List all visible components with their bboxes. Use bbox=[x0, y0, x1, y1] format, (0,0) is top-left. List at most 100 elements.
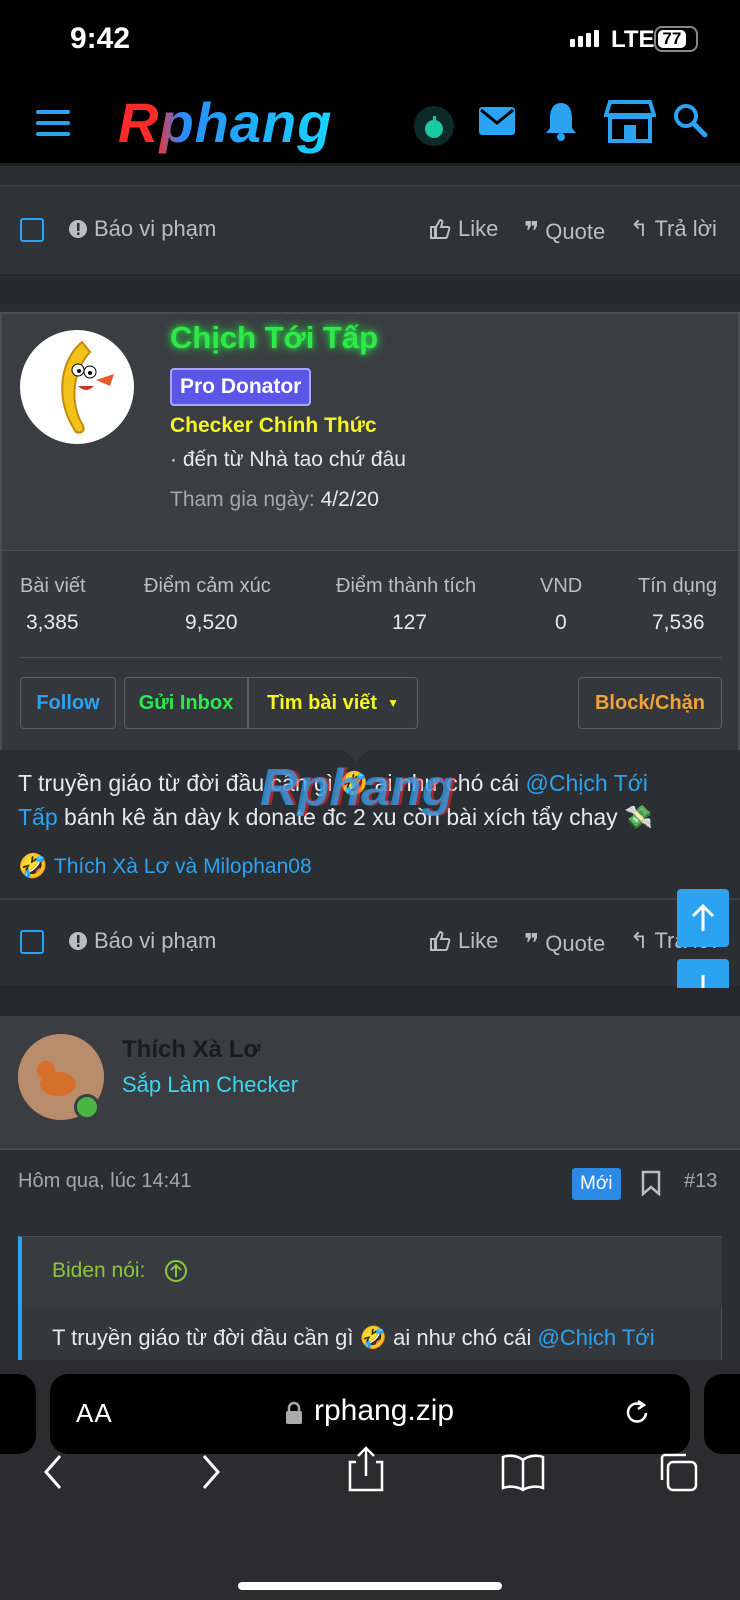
scroll-top-button[interactable] bbox=[677, 889, 729, 947]
member-stats: Bài viết 3,385 Điểm cảm xúc 9,520 Điểm t… bbox=[2, 550, 738, 750]
bookmark-icon[interactable] bbox=[640, 1170, 662, 1196]
report-button[interactable]: Báo vi phạm bbox=[68, 216, 216, 242]
member-location: · đến từ Nhà tao chứ đâu bbox=[170, 448, 406, 471]
select-checkbox[interactable] bbox=[20, 218, 44, 242]
status-time: 9:42 bbox=[70, 22, 131, 55]
post-actions-bar: Báo vi phạm Like ❞ Quote ↰ Trả lời bbox=[0, 900, 740, 988]
arrow-up-icon bbox=[691, 903, 715, 931]
quote-icon: ❞ bbox=[524, 928, 540, 958]
stat-label-vnd: VND bbox=[540, 575, 583, 597]
quote-block: Biden nói: T truyền giáo từ đời đầu cần … bbox=[18, 1236, 722, 1366]
reply-button[interactable]: ↰ Trả lời bbox=[630, 216, 717, 242]
new-badge: Mới bbox=[572, 1168, 621, 1200]
laugh-reaction-icon: 🤣 bbox=[18, 853, 48, 880]
member-tooltip-card: Chịch Tới Tấp Pro Donator Checker Chính … bbox=[0, 312, 740, 750]
quote-button[interactable]: ❞ Quote bbox=[524, 928, 605, 959]
mention-link[interactable]: @Chịch Tới bbox=[526, 770, 648, 796]
stat-value-credit: 7,536 bbox=[652, 611, 705, 634]
quote-header[interactable]: Biden nói: bbox=[22, 1237, 722, 1307]
member-avatar[interactable] bbox=[20, 330, 134, 444]
menu-icon[interactable] bbox=[36, 110, 70, 136]
like-button[interactable]: Like bbox=[428, 928, 498, 954]
like-label: Like bbox=[458, 216, 499, 241]
warning-icon bbox=[69, 220, 87, 238]
warning-icon bbox=[69, 932, 87, 950]
reactions-row[interactable]: 🤣 Thích Xà Lơ và Milophan08 bbox=[18, 852, 312, 881]
stat-label-credit: Tín dụng bbox=[638, 575, 717, 597]
find-posts-button[interactable]: Tìm bài viết ▼ bbox=[248, 677, 418, 729]
send-inbox-button[interactable]: Gửi Inbox bbox=[124, 677, 248, 729]
url-text[interactable]: rphang.zip bbox=[314, 1394, 454, 1428]
join-date: 4/2/20 bbox=[320, 488, 379, 511]
address-bar[interactable]: AA rphang.zip bbox=[50, 1374, 690, 1454]
post-separator bbox=[0, 988, 740, 1016]
report-label: Báo vi phạm bbox=[94, 216, 217, 241]
block-button[interactable]: Block/Chặn bbox=[578, 677, 722, 729]
share-icon[interactable] bbox=[346, 1444, 386, 1494]
quote-button[interactable]: ❞ Quote bbox=[524, 216, 605, 247]
back-icon[interactable] bbox=[38, 1450, 68, 1494]
reactions-list[interactable]: Thích Xà Lơ và Milophan08 bbox=[54, 855, 312, 879]
prev-tab-peek[interactable] bbox=[0, 1374, 36, 1454]
banana-avatar-icon bbox=[61, 340, 114, 434]
author-name[interactable]: Thích Xà Lơ bbox=[122, 1036, 260, 1064]
mail-icon[interactable] bbox=[477, 104, 517, 138]
lock-icon bbox=[286, 1401, 302, 1424]
find-posts-label: Tìm bài viết bbox=[267, 691, 378, 714]
apple-icon[interactable] bbox=[410, 102, 458, 150]
watermark: Rphang bbox=[260, 759, 454, 817]
like-button[interactable]: Like bbox=[428, 216, 498, 242]
stat-value-trophies[interactable]: 127 bbox=[392, 611, 427, 635]
signal-icon bbox=[570, 30, 599, 47]
network-label: LTE bbox=[611, 26, 655, 53]
laugh-emoji-icon: 🤣 bbox=[359, 1325, 388, 1350]
tabs-icon[interactable] bbox=[656, 1450, 700, 1494]
site-header: Rphang bbox=[0, 84, 740, 166]
join-label: Tham gia ngày: bbox=[170, 488, 315, 511]
store-icon[interactable] bbox=[604, 98, 656, 144]
site-logo[interactable]: Rphang bbox=[118, 90, 332, 155]
author-rank: Sắp Làm Checker bbox=[122, 1072, 299, 1097]
expand-up-icon[interactable] bbox=[164, 1259, 188, 1283]
member-name[interactable]: Chịch Tới Tấp bbox=[170, 320, 378, 356]
quote-text-mid: ai như chó cái bbox=[393, 1325, 532, 1350]
next-tab-peek[interactable] bbox=[704, 1374, 740, 1454]
member-title: Checker Chính Thức bbox=[170, 414, 377, 437]
quote-icon: ❞ bbox=[524, 216, 540, 246]
post-timestamp[interactable]: Hôm qua, lúc 14:41 bbox=[18, 1170, 191, 1193]
pro-donator-badge: Pro Donator bbox=[170, 368, 312, 406]
post-separator bbox=[0, 278, 740, 304]
money-emoji-icon: 💸 bbox=[624, 804, 653, 830]
safari-toolbar: AA rphang.zip bbox=[0, 1360, 740, 1600]
caret-down-icon: ▼ bbox=[387, 696, 399, 710]
stat-value-vnd: 0 bbox=[555, 611, 567, 634]
search-icon[interactable] bbox=[672, 102, 708, 138]
stat-value-reactions: 9,520 bbox=[185, 611, 238, 634]
like-label: Like bbox=[458, 928, 499, 953]
quote-mention-link[interactable]: @Chịch Tới bbox=[538, 1325, 655, 1350]
forward-icon[interactable] bbox=[196, 1450, 226, 1494]
follow-button[interactable]: Follow bbox=[20, 677, 116, 729]
mention-link-cont[interactable]: Tấp bbox=[18, 804, 58, 830]
reload-icon[interactable] bbox=[622, 1398, 652, 1428]
text-size-button[interactable]: AA bbox=[76, 1398, 113, 1429]
quote-text-before: T truyền giáo từ đời đầu cần gì bbox=[52, 1325, 354, 1350]
bookmarks-icon[interactable] bbox=[500, 1452, 546, 1492]
status-bar: 9:42 LTE 77 bbox=[0, 0, 740, 84]
stat-label-trophies: Điểm thành tích bbox=[336, 575, 477, 597]
select-checkbox[interactable] bbox=[20, 930, 44, 954]
join-date-row: Tham gia ngày: 4/2/20 bbox=[170, 488, 379, 512]
stat-label-posts: Bài viết bbox=[20, 575, 86, 597]
post-number[interactable]: #13 bbox=[684, 1170, 717, 1193]
home-indicator bbox=[238, 1582, 502, 1590]
stat-value-posts[interactable]: 3,385 bbox=[26, 611, 79, 635]
bell-icon[interactable] bbox=[543, 100, 579, 142]
battery-icon: 77 bbox=[654, 26, 698, 52]
report-button[interactable]: Báo vi phạm bbox=[68, 928, 216, 954]
post-author-block: Thích Xà Lơ Sắp Làm Checker bbox=[0, 1016, 740, 1150]
thumbs-up-icon bbox=[430, 930, 451, 951]
divider bbox=[0, 167, 740, 187]
report-label: Báo vi phạm bbox=[94, 928, 217, 953]
battery-level: 77 bbox=[658, 29, 686, 48]
online-status-icon bbox=[74, 1094, 100, 1120]
